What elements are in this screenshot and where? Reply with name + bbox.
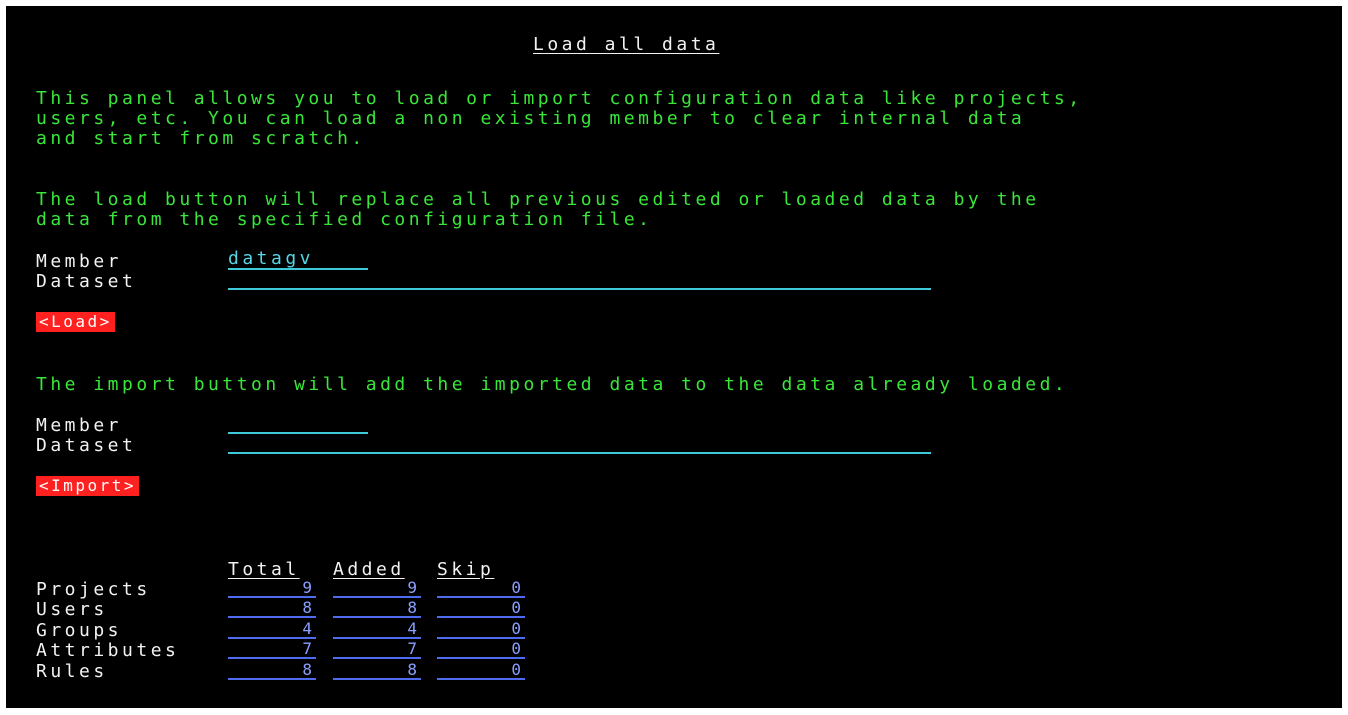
projects-added: 9 xyxy=(333,578,421,598)
terminal-screen: Load all data This panel allows you to l… xyxy=(6,6,1342,708)
load-member-field[interactable]: datagv xyxy=(228,249,368,270)
import-dataset-field[interactable] xyxy=(228,433,931,454)
column-header-added: Added xyxy=(333,559,405,580)
attributes-added: 7 xyxy=(333,639,421,659)
intro-line-2: users, etc. You can load a non existing … xyxy=(36,108,1026,129)
row-label-attributes: Attributes xyxy=(36,640,180,661)
groups-skip: 0 xyxy=(437,619,525,639)
column-header-skip: Skip xyxy=(437,559,495,580)
column-header-total: Total xyxy=(228,559,300,580)
rules-added: 8 xyxy=(333,660,421,680)
load-dataset-field[interactable] xyxy=(228,269,931,290)
page-title: Load all data xyxy=(533,34,720,55)
intro-line-3: and start from scratch. xyxy=(36,128,366,149)
import-description: The import button will add the imported … xyxy=(36,374,1069,395)
users-skip: 0 xyxy=(437,598,525,618)
row-label-groups: Groups xyxy=(36,620,123,641)
load-description-line-2: data from the specified configuration fi… xyxy=(36,209,653,230)
rules-total: 8 xyxy=(228,660,316,680)
users-total: 8 xyxy=(228,598,316,618)
row-label-users: Users xyxy=(36,599,108,620)
load-dataset-label: Dataset xyxy=(36,271,137,292)
users-added: 8 xyxy=(333,598,421,618)
import-button[interactable]: <Import> xyxy=(36,476,140,496)
import-member-label: Member xyxy=(36,415,123,436)
rules-skip: 0 xyxy=(437,660,525,680)
load-member-label: Member xyxy=(36,251,123,272)
row-label-rules: Rules xyxy=(36,661,108,682)
load-button[interactable]: <Load> xyxy=(36,312,115,332)
groups-total: 4 xyxy=(228,619,316,639)
import-member-field[interactable] xyxy=(228,413,368,434)
groups-added: 4 xyxy=(333,619,421,639)
attributes-total: 7 xyxy=(228,639,316,659)
projects-total: 9 xyxy=(228,578,316,598)
import-dataset-label: Dataset xyxy=(36,435,137,456)
row-label-projects: Projects xyxy=(36,579,151,600)
load-description-line-1: The load button will replace all previou… xyxy=(36,189,1040,210)
attributes-skip: 0 xyxy=(437,639,525,659)
intro-line-1: This panel allows you to load or import … xyxy=(36,88,1083,109)
projects-skip: 0 xyxy=(437,578,525,598)
